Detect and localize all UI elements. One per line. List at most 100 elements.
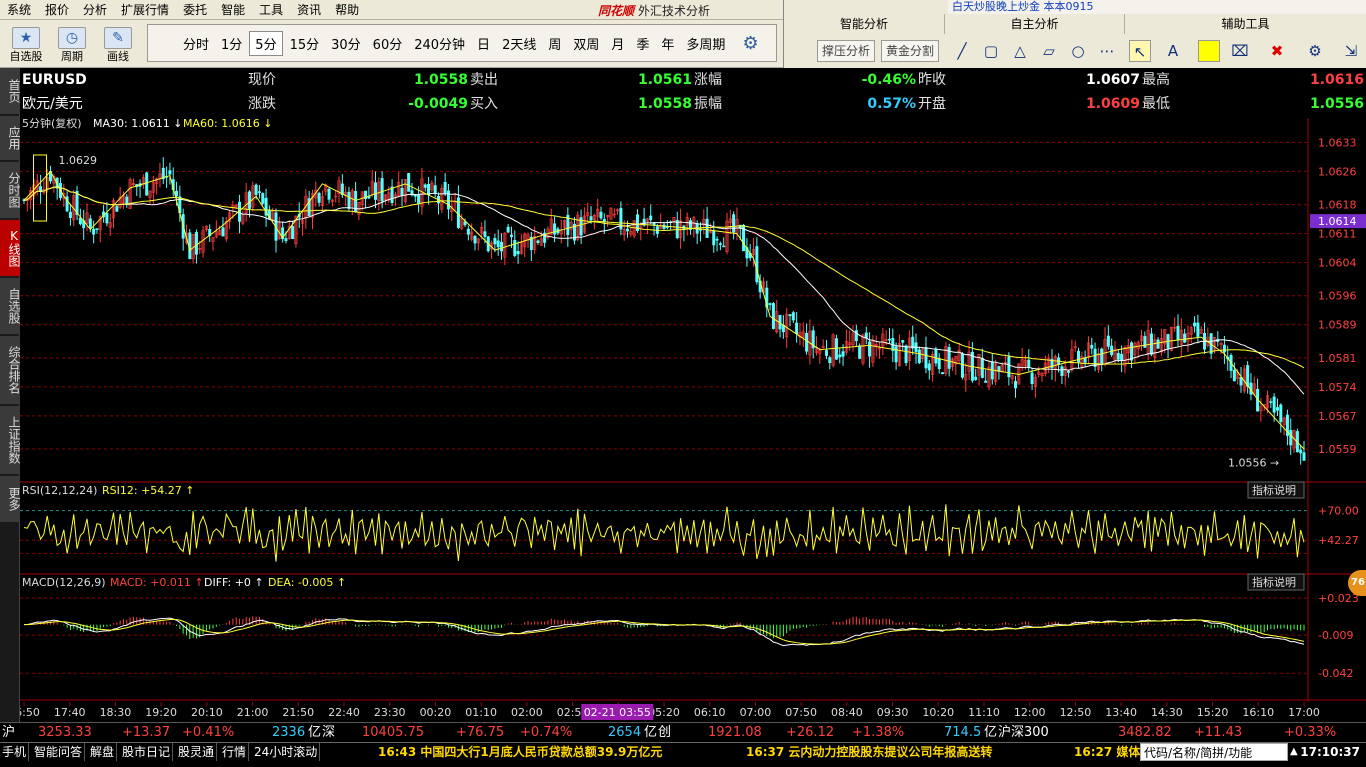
price-tick-label: 1.0574 <box>1318 381 1357 394</box>
top-news-ticker[interactable]: 白天炒股晚上炒金 本本0915 <box>948 0 1366 14</box>
delete-tool-icon[interactable]: ✖ <box>1266 40 1288 62</box>
time-tick-label: 23:30 <box>374 706 406 719</box>
bottom-tab-diary[interactable]: 股市日记 <box>120 743 174 761</box>
dea-value: DEA: -0.005 ↑ <box>268 576 346 589</box>
period-quarter[interactable]: 季 <box>631 32 654 55</box>
text-tool-icon[interactable]: A <box>1162 40 1184 62</box>
zigzag-line <box>23 170 1305 450</box>
period-day[interactable]: 日 <box>472 32 495 55</box>
status-cy-change: +26.12 <box>786 725 835 740</box>
bottom-tab-24h[interactable]: 24小时滚动 <box>252 743 321 761</box>
sidebar-tab-ranking[interactable]: 综合排名 <box>0 336 21 404</box>
candle-body <box>1116 353 1120 360</box>
menu-extended[interactable]: 扩展行情 <box>114 0 176 20</box>
candle-body <box>380 178 384 202</box>
candle-body <box>1269 401 1273 403</box>
candle-body <box>841 351 845 357</box>
sidebar-tab-timeshare[interactable]: 分时图 <box>0 162 21 218</box>
more-tools-icon[interactable]: ⋯ <box>1096 40 1118 62</box>
bottom-tab-commentary[interactable]: 解盘 <box>88 743 118 761</box>
candle-body <box>1196 322 1200 337</box>
left-sidebar: 首页 应用 分时图 K线图 自选股 综合排名 上证指数 更多 <box>0 68 21 743</box>
star-icon: ★ <box>12 27 40 49</box>
period-multi[interactable]: 多周期 <box>681 32 730 55</box>
period-1min[interactable]: 1分 <box>216 32 247 55</box>
sidebar-tab-home[interactable]: 首页 <box>0 68 21 114</box>
watchlist-button[interactable]: ★ 自选股 <box>4 23 48 67</box>
candle-body <box>911 336 915 349</box>
candle-body <box>509 234 513 237</box>
pointer-tool-icon[interactable]: ↖ <box>1129 40 1151 62</box>
candle-body <box>901 340 905 343</box>
menu-smart[interactable]: 智能 <box>214 0 252 20</box>
diff-value: DIFF: +0 ↑ <box>204 576 264 589</box>
search-input[interactable]: 代码/名称/简拼/功能 <box>1140 743 1288 761</box>
time-tick-label: 14:30 <box>1151 706 1183 719</box>
dropdown-arrow-icon[interactable]: ▲ <box>1290 743 1298 761</box>
candle-body <box>254 184 258 195</box>
news-ticker-3[interactable]: 16:27 媒体 <box>1074 743 1140 761</box>
macd-value: MACD: +0.011 ↑ <box>110 576 204 589</box>
quote-value-bid: 1.0558 <box>637 96 692 112</box>
period-60min[interactable]: 60分 <box>368 32 408 55</box>
candle-body <box>599 211 603 219</box>
period-15min[interactable]: 15分 <box>285 32 325 55</box>
menu-help[interactable]: 帮助 <box>328 0 366 20</box>
golden-section-button[interactable]: 黄金分割 <box>881 40 940 62</box>
candle-body <box>496 240 500 248</box>
rect-tool-icon[interactable]: ▢ <box>980 40 1002 62</box>
time-tick-label: 17:00 <box>1288 706 1320 719</box>
period-year[interactable]: 年 <box>656 32 679 55</box>
candle-body <box>261 193 265 204</box>
kline-chart[interactable]: 1.0633 1.0626 1.0618 1.0611 1.0604 1.0596 1.05… <box>20 118 1366 743</box>
news-ticker-2[interactable]: 16:37 云内动力控股股东提议公司年报高送转 <box>746 743 992 761</box>
period-month[interactable]: 月 <box>606 32 629 55</box>
menu-tools[interactable]: 工具 <box>252 0 290 20</box>
time-tick-label: 15:20 <box>1197 706 1229 719</box>
bottom-tab-lingtong[interactable]: 股灵通 <box>176 743 218 761</box>
exit-tool-icon[interactable]: ⇲ <box>1340 40 1362 62</box>
menu-quote[interactable]: 报价 <box>38 0 76 20</box>
news-ticker-1[interactable]: 16:43 中国四大行1月底人民币贷款总额39.9万亿元 <box>378 743 662 761</box>
triangle-tool-icon[interactable]: △ <box>1009 40 1031 62</box>
menu-system[interactable]: 系统 <box>0 0 38 20</box>
period-240min[interactable]: 240分钟 <box>409 32 470 55</box>
parallelogram-tool-icon[interactable]: ▱ <box>1038 40 1060 62</box>
menu-analysis[interactable]: 分析 <box>76 0 114 20</box>
quote-value-open: 1.0609 <box>1085 96 1140 112</box>
price-tick-label: 1.0618 <box>1318 199 1357 212</box>
period-2week[interactable]: 双周 <box>568 32 604 55</box>
bottom-tab-qa[interactable]: 智能问答 <box>32 743 86 761</box>
candle-body <box>1183 333 1187 343</box>
color-picker-icon[interactable] <box>1198 40 1220 62</box>
time-tick-label: 16:50 <box>20 706 40 719</box>
sidebar-tab-apps[interactable]: 应用 <box>0 116 21 160</box>
sidebar-tab-watchlist[interactable]: 自选股 <box>0 278 21 334</box>
drawline-button[interactable]: ✎ 画线 <box>96 23 140 67</box>
bottom-tab-market[interactable]: 行情 <box>220 743 250 761</box>
period-5min[interactable]: 5分 <box>249 30 283 56</box>
period-button[interactable]: ◷ 周期 <box>50 23 94 67</box>
gear-icon[interactable]: ⚙ <box>742 33 758 54</box>
period-week[interactable]: 周 <box>543 32 566 55</box>
line-tool-icon[interactable]: ╱ <box>951 40 973 62</box>
settings-tool-icon[interactable]: ⚙ <box>1304 40 1326 62</box>
period-2day[interactable]: 2天线 <box>497 32 541 55</box>
period-30min[interactable]: 30分 <box>326 32 366 55</box>
ellipse-tool-icon[interactable]: ○ <box>1067 40 1089 62</box>
status-hs-label: 沪深300 <box>998 725 1049 740</box>
sidebar-tab-kline[interactable]: K线图 <box>0 220 21 276</box>
bottom-tab-mobile[interactable]: 手机 <box>0 743 30 761</box>
candle-body <box>400 187 404 196</box>
candle-body <box>712 230 716 246</box>
quote-label-change: 涨跌 <box>248 96 276 112</box>
menu-order[interactable]: 委托 <box>176 0 214 20</box>
period-timeshare[interactable]: 分时 <box>178 32 214 55</box>
candle-body <box>433 185 437 194</box>
menu-info[interactable]: 资讯 <box>290 0 328 20</box>
sidebar-tab-more[interactable]: 更多 <box>0 476 21 522</box>
save-tool-icon[interactable]: ⌧ <box>1229 40 1251 62</box>
sidebar-tab-shindex[interactable]: 上证指数 <box>0 406 21 474</box>
quote-value-low: 1.0556 <box>1309 96 1364 112</box>
support-resistance-button[interactable]: 撑压分析 <box>817 40 876 62</box>
